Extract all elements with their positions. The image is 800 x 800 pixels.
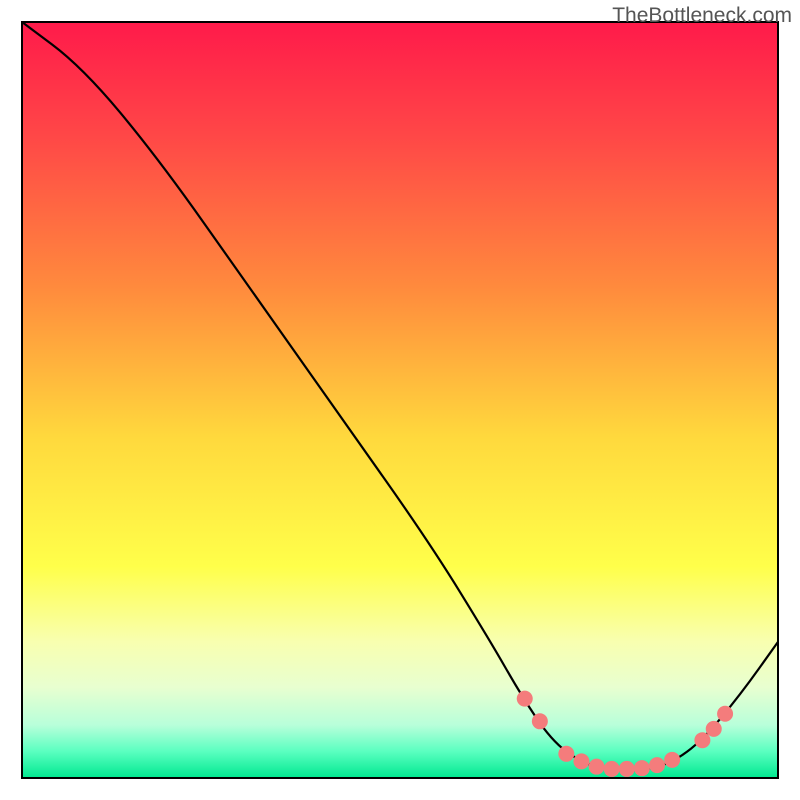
data-marker [558,746,574,762]
data-marker [604,761,620,777]
data-marker [717,706,733,722]
data-marker [589,759,605,775]
data-marker [706,721,722,737]
data-marker [532,713,548,729]
data-marker [517,691,533,707]
data-marker [619,761,635,777]
data-marker [573,753,589,769]
data-marker [649,757,665,773]
data-marker [634,760,650,776]
data-marker [664,752,680,768]
chart-container: TheBottleneck.com [0,0,800,800]
watermark-text: TheBottleneck.com [612,4,792,28]
bottleneck-chart [0,0,800,800]
data-marker [694,732,710,748]
